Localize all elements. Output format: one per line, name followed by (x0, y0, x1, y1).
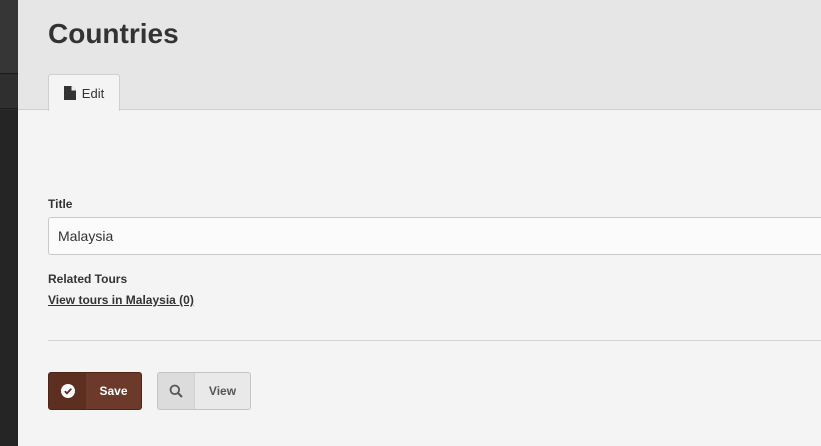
left-sidebar-strip (0, 0, 18, 446)
document-icon (63, 86, 76, 100)
related-tours-label: Related Tours (48, 272, 128, 286)
title-label: Title (48, 197, 73, 211)
tab-label: Edit (81, 85, 105, 101)
view-label: View (208, 384, 237, 398)
page-title: Countries (48, 18, 179, 49)
edit-form: Title Related Tours View tours in Malays… (18, 111, 821, 446)
view-button[interactable]: View (157, 372, 251, 410)
save-label: Save (99, 384, 128, 398)
magnifier-icon (158, 373, 195, 409)
save-button[interactable]: Save (48, 372, 142, 410)
view-tours-link[interactable]: View tours in Malaysia (0) (48, 293, 194, 307)
check-circle-icon (49, 373, 86, 409)
sidebar-segment (0, 75, 18, 109)
sidebar-segment (0, 0, 18, 74)
title-input[interactable] (48, 217, 821, 255)
divider (48, 340, 821, 341)
tab-edit[interactable]: Edit (48, 74, 120, 111)
page-header: Countries Edit (18, 0, 821, 111)
sidebar-segment (0, 110, 18, 446)
